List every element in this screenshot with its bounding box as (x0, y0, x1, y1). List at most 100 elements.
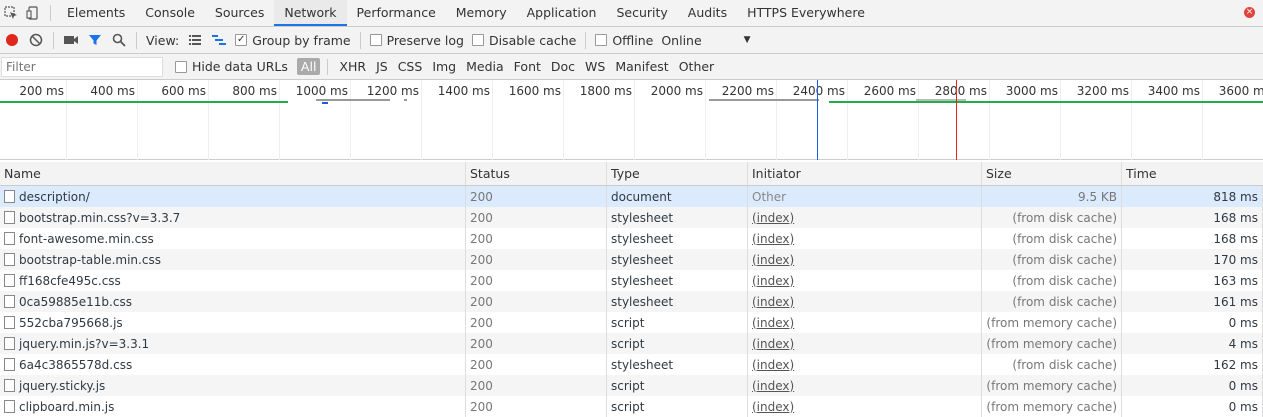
tab-application[interactable]: Application (517, 0, 607, 26)
table-row[interactable]: ff168cfe495c.css 200 stylesheet (index) (fro… (0, 270, 1263, 291)
cell-name: jquery.min.js?v=3.3.1 (0, 333, 466, 354)
cell-initiator[interactable]: (index) (748, 333, 982, 354)
filter-type-img[interactable]: Img (428, 58, 460, 75)
network-overview[interactable]: 200 ms 400 ms 600 ms 800 ms 1000 ms 1200 ms 14… (0, 80, 1263, 160)
filter-type-xhr[interactable]: XHR (335, 58, 370, 75)
checkbox-unchecked[interactable] (175, 60, 187, 73)
filter-type-js[interactable]: JS (372, 58, 392, 75)
column-header-type[interactable]: Type (607, 162, 748, 185)
column-header-size[interactable]: Size (982, 162, 1122, 185)
cell-initiator[interactable]: (index) (748, 291, 982, 312)
overview-gridline (989, 80, 990, 160)
table-row[interactable]: bootstrap.min.css?v=3.3.7 200 stylesheet (i… (0, 207, 1263, 228)
request-name: 6a4c3865578d.css (19, 357, 133, 372)
request-list: description/200 document Other 9.5 KB 818 ms… (0, 186, 1263, 417)
tab-https-everywhere[interactable]: HTTPS Everywhere (737, 0, 875, 26)
tab-elements[interactable]: Elements (57, 0, 135, 26)
tab-network[interactable]: Network (274, 0, 347, 26)
record-button[interactable] (0, 27, 24, 54)
inspect-element-icon[interactable] (0, 0, 22, 26)
table-header: Name Status Type Initiator Size Time (0, 162, 1263, 186)
cell-type: script (607, 375, 748, 396)
cell-initiator[interactable]: (index) (748, 375, 982, 396)
table-row[interactable]: jquery.min.js?v=3.3.1 200 script (index) (fr… (0, 333, 1263, 354)
overview-tick-label: 1200 ms (366, 84, 419, 98)
table-row[interactable]: clipboard.min.js 200 script (index) (from me… (0, 396, 1263, 417)
cell-size: (from disk cache) (982, 354, 1122, 375)
capture-screenshots-button[interactable] (59, 27, 83, 54)
cell-time: 4 ms (1122, 333, 1263, 354)
cell-initiator[interactable]: (index) (748, 270, 982, 291)
filter-type-css[interactable]: CSS (394, 58, 427, 75)
error-close-icon[interactable]: × (1244, 7, 1255, 18)
cell-initiator[interactable]: (index) (748, 354, 982, 375)
show-overview-button[interactable] (207, 27, 231, 54)
filter-type-all[interactable]: All (296, 58, 321, 75)
tab-performance[interactable]: Performance (347, 0, 446, 26)
filter-type-doc[interactable]: Doc (547, 58, 579, 75)
cell-initiator[interactable]: (index) (748, 249, 982, 270)
group-by-frame-checkbox[interactable]: ✓ Group by frame (235, 33, 351, 48)
overview-gridline (137, 80, 138, 160)
cell-initiator[interactable]: (index) (748, 396, 982, 417)
toolbar-separator (359, 31, 361, 49)
file-icon (4, 232, 15, 245)
checkbox-unchecked[interactable] (595, 34, 608, 46)
filter-input[interactable] (1, 56, 163, 77)
tab-console[interactable]: Console (135, 0, 205, 26)
cell-initiator[interactable]: (index) (748, 312, 982, 333)
throttling-select[interactable]: Online ▼ (661, 33, 750, 48)
column-header-initiator[interactable]: Initiator (748, 162, 982, 185)
table-row[interactable]: 6a4c3865578d.css 200 stylesheet (index) (fro… (0, 354, 1263, 375)
column-header-name[interactable]: Name (0, 162, 466, 185)
cell-initiator[interactable]: (index) (748, 228, 982, 249)
cell-initiator[interactable]: (index) (748, 207, 982, 228)
filter-type-other[interactable]: Other (675, 58, 719, 75)
disable-cache-checkbox[interactable]: Disable cache (471, 32, 577, 48)
filter-toggle-button[interactable] (83, 27, 107, 54)
cell-time: 161 ms (1122, 291, 1263, 312)
offline-checkbox[interactable]: Offline (595, 33, 653, 48)
filter-type-manifest[interactable]: Manifest (611, 58, 672, 75)
table-row[interactable]: jquery.sticky.js 200 script (index) (from me… (0, 375, 1263, 396)
checkbox-checked[interactable]: ✓ (235, 34, 248, 46)
column-header-time[interactable]: Time (1122, 162, 1263, 185)
cell-size: (from memory cache) (982, 396, 1122, 417)
table-row[interactable]: 0ca59885e11b.css 200 stylesheet (index) (fro… (0, 291, 1263, 312)
checkbox-unchecked[interactable] (369, 34, 382, 46)
cell-status: 200 (466, 291, 607, 312)
filter-type-font[interactable]: Font (510, 58, 545, 75)
table-row[interactable]: 552cba795668.js 200 script (index) (from mem… (0, 312, 1263, 333)
overview-tick-label: 1400 ms (437, 84, 490, 98)
table-row[interactable]: bootstrap-table.min.css 200 stylesheet (ind… (0, 249, 1263, 270)
filter-type-media[interactable]: Media (462, 58, 508, 75)
cell-type: stylesheet (607, 354, 748, 375)
filter-bar: Hide data URLs All XHRJSCSSImgMediaFontDo… (0, 54, 1263, 80)
search-icon (112, 33, 126, 47)
cell-name: 0ca59885e11b.css (0, 291, 466, 312)
large-rows-button[interactable] (183, 27, 207, 54)
overview-gridline (705, 80, 706, 160)
file-icon (4, 295, 15, 308)
tab-sources[interactable]: Sources (205, 0, 274, 26)
device-toolbar-icon[interactable] (22, 0, 44, 26)
overview-gridline (350, 80, 351, 160)
request-name: clipboard.min.js (19, 399, 115, 414)
file-icon (4, 337, 15, 350)
hide-data-urls-checkbox[interactable]: Hide data URLs (175, 59, 288, 74)
checkbox-unchecked[interactable] (471, 34, 484, 46)
cell-status: 200 (466, 228, 607, 249)
clear-button[interactable] (24, 27, 48, 54)
table-row[interactable]: description/200 document Other 9.5 KB 818 ms (0, 186, 1263, 207)
tab-memory[interactable]: Memory (446, 0, 517, 26)
column-header-status[interactable]: Status (466, 162, 607, 185)
table-row[interactable]: font-awesome.min.css 200 stylesheet (index)… (0, 228, 1263, 249)
preserve-log-checkbox[interactable]: Preserve log (369, 33, 464, 48)
overview-gridline (634, 80, 635, 160)
disable-cache-label: Disable cache (488, 32, 577, 48)
filter-type-ws[interactable]: WS (581, 58, 609, 75)
tab-security[interactable]: Security (606, 0, 677, 26)
tab-audits[interactable]: Audits (678, 0, 737, 26)
overview-gridline (847, 80, 848, 160)
search-button[interactable] (107, 27, 131, 54)
